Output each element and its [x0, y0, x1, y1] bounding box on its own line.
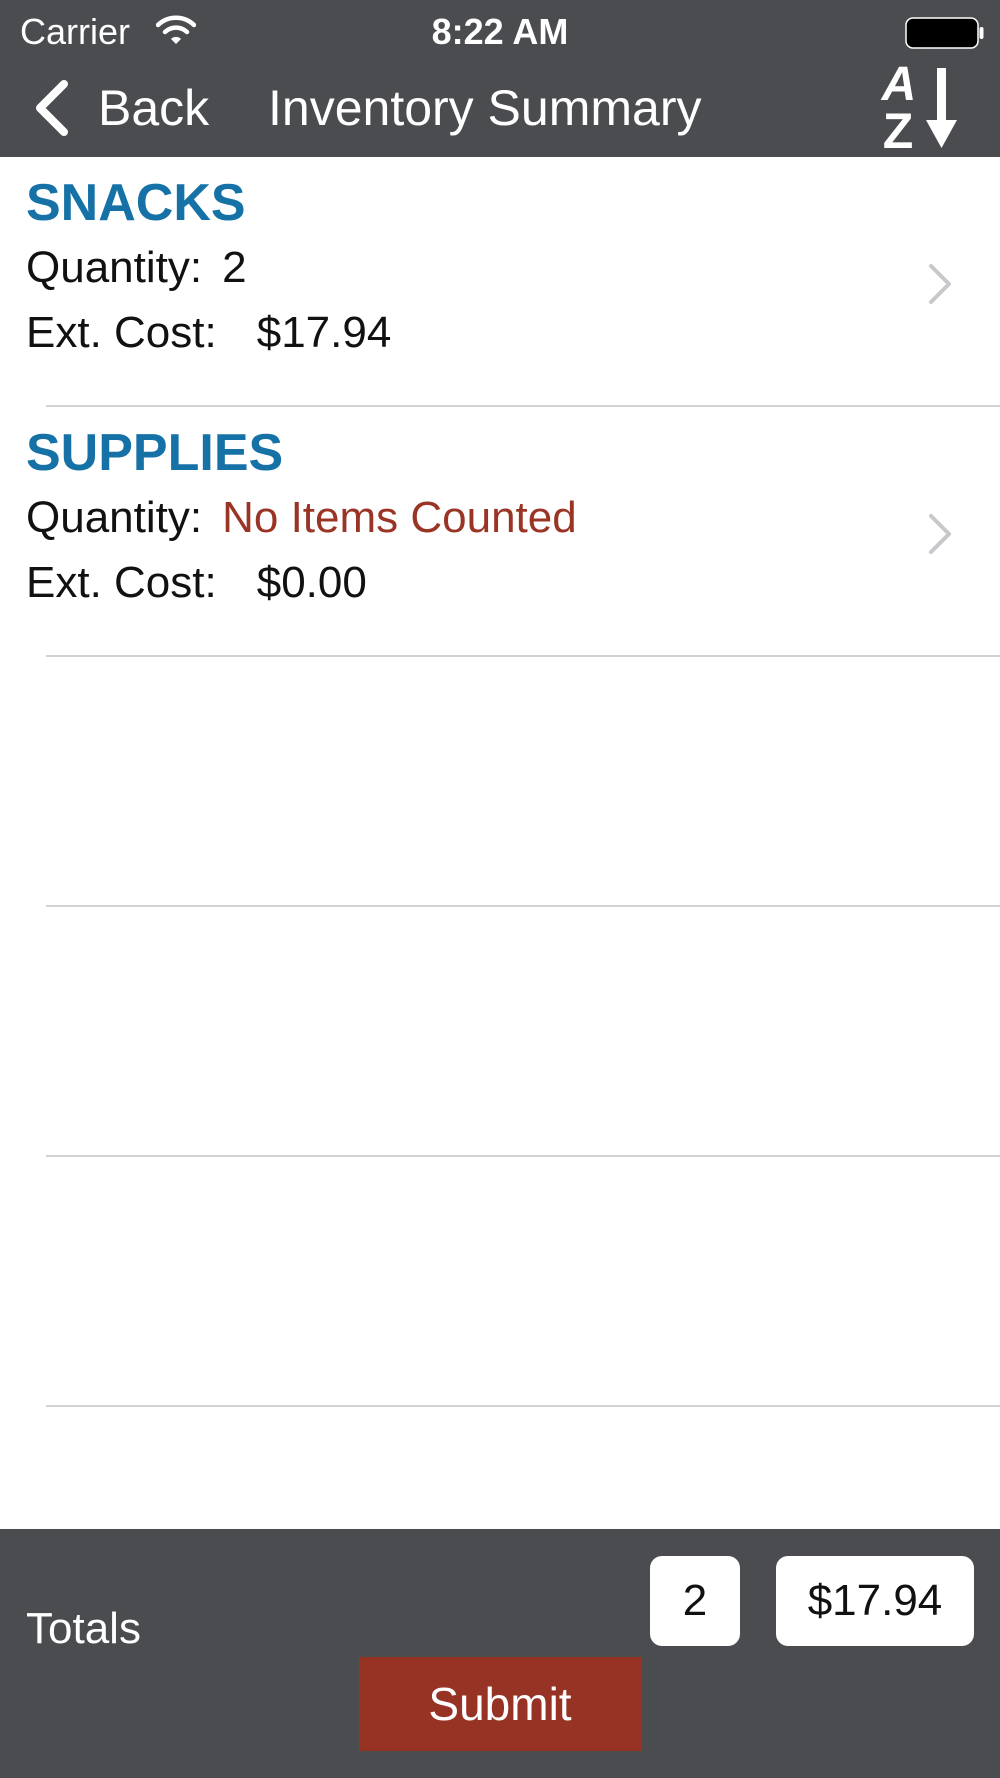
quantity-label: Quantity:	[26, 493, 203, 542]
category-name: SUPPLIES	[26, 424, 284, 482]
status-bar: Carrier 8:22 AM	[0, 0, 1000, 62]
quantity-value: No Items Counted	[222, 493, 577, 542]
back-button[interactable]: Back	[30, 70, 209, 146]
chevron-left-icon	[36, 80, 68, 136]
total-cost-box: $17.94	[776, 1556, 974, 1646]
category-row-snacks[interactable]: SNACKS Quantity: 2 Ext. Cost: $17.94	[0, 157, 1000, 407]
row-divider	[46, 1155, 1000, 1157]
category-name: SNACKS	[26, 174, 246, 232]
cost-line: Ext. Cost: $17.94	[26, 305, 391, 361]
sort-letter-z: Z	[883, 103, 914, 157]
row-divider	[46, 1405, 1000, 1407]
sort-alpha-az-icon: A Z	[881, 58, 957, 159]
top-bar: Carrier 8:22 AM Back Inventory Summary A…	[0, 0, 1000, 159]
cost-value: $17.94	[256, 308, 392, 357]
page-title: Inventory Summary	[268, 80, 702, 136]
quantity-value: 2	[222, 243, 247, 292]
totals-footer: Totals 2 $17.94 Submit	[0, 1529, 1000, 1778]
submit-button[interactable]: Submit	[359, 1657, 641, 1751]
chevron-right-icon	[929, 264, 951, 304]
cost-value: $0.00	[256, 558, 367, 607]
navigation-bar: Back Inventory Summary A Z	[0, 58, 1000, 159]
total-quantity-box: 2	[650, 1556, 740, 1646]
cost-line: Ext. Cost: $0.00	[26, 555, 367, 611]
cost-label: Ext. Cost:	[26, 308, 217, 357]
back-label: Back	[98, 80, 210, 136]
clock: 8:22 AM	[431, 11, 569, 52]
quantity-line: Quantity: No Items Counted	[26, 490, 577, 546]
row-divider	[46, 655, 1000, 657]
chevron-right-icon	[929, 514, 951, 554]
totals-label: Totals	[26, 1604, 141, 1653]
battery-icon	[905, 17, 984, 49]
quantity-label: Quantity:	[26, 243, 203, 292]
cost-label: Ext. Cost:	[26, 558, 217, 607]
category-row-supplies[interactable]: SUPPLIES Quantity: No Items Counted Ext. …	[0, 407, 1000, 657]
category-list: SNACKS Quantity: 2 Ext. Cost: $17.94 SUPPL…	[0, 157, 1000, 1529]
sort-button[interactable]: A Z	[872, 58, 972, 159]
quantity-line: Quantity: 2	[26, 240, 247, 296]
row-divider	[46, 905, 1000, 907]
